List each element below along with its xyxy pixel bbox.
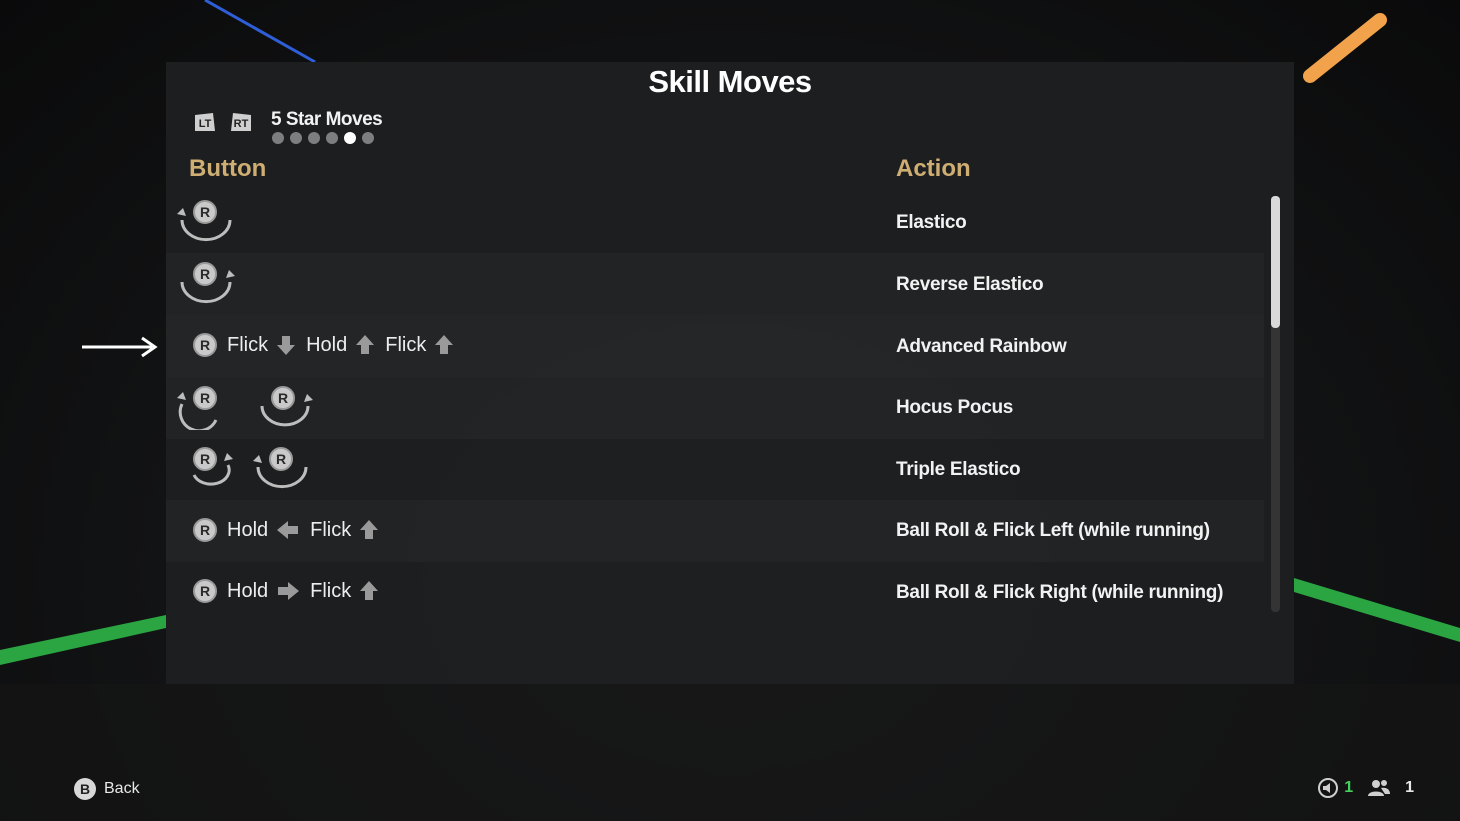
page-indicator	[272, 132, 374, 144]
input-sequence: R	[176, 198, 236, 244]
arrow-up-icon	[356, 335, 375, 354]
action-label: Triple Elastico	[896, 459, 1021, 480]
arrow-up-icon	[360, 520, 379, 539]
scrollbar-thumb[interactable]	[1271, 196, 1280, 328]
back-button[interactable]: B Back	[74, 778, 140, 800]
action-label: Ball Roll & Flick Right (while running)	[896, 582, 1224, 603]
right-stick-icon: R	[193, 579, 217, 603]
input-word: Flick	[227, 333, 269, 356]
input-word: Hold	[227, 518, 269, 541]
move-row-reverse-elastico[interactable]	[166, 253, 1264, 315]
action-label: Advanced Rainbow	[896, 336, 1067, 357]
arrow-left-icon	[277, 521, 299, 539]
back-label: Back	[104, 780, 140, 797]
right-stick-rotate-clockwise-icon: R	[252, 445, 312, 491]
action-label: Hocus Pocus	[896, 397, 1014, 418]
page-dot	[326, 132, 338, 144]
move-row-hocus-pocus[interactable]	[166, 377, 1264, 439]
page-dot	[362, 132, 374, 144]
button-column-header: Button	[189, 155, 267, 182]
right-stick-icon: R	[193, 333, 217, 357]
move-row-elastico[interactable]	[166, 191, 1264, 253]
input-word: Hold	[227, 579, 269, 602]
input-sequence: R	[176, 260, 236, 306]
players-count: 1	[1405, 779, 1414, 796]
input-sequence: R Hold Flick	[193, 571, 379, 611]
right-stick-half-rotate-left-icon: R	[176, 384, 236, 430]
right-stick-half-rotate-right-icon: R	[254, 384, 314, 430]
arrow-up-icon	[435, 335, 454, 354]
action-label: Reverse Elastico	[896, 274, 1044, 295]
right-stick-icon: R	[193, 518, 217, 542]
speaker-icon	[1318, 778, 1339, 798]
arrow-right-icon	[278, 582, 300, 600]
input-word: Flick	[385, 333, 427, 356]
input-word: Flick	[310, 579, 352, 602]
lt-bumper-icon[interactable]: LT	[193, 111, 217, 133]
page-dot	[308, 132, 320, 144]
right-stick-rotate-clockwise-icon: R	[176, 198, 236, 244]
input-sequence: R Flick Hold Flick	[193, 325, 454, 365]
svg-text:LT: LT	[199, 118, 212, 130]
left-count: 1	[1344, 779, 1354, 796]
right-stick-quarter-rotate-icon: R	[176, 445, 236, 491]
status-indicators: 1 1	[1318, 778, 1414, 798]
svg-text:RT: RT	[234, 118, 249, 130]
arrow-up-icon	[360, 581, 379, 600]
page-dot	[272, 132, 284, 144]
input-word: Flick	[310, 518, 352, 541]
move-row-triple-elastico[interactable]	[166, 438, 1264, 500]
page-dot	[290, 132, 302, 144]
right-stick-rotate-counterclockwise-icon: R	[176, 260, 236, 306]
arrow-down-icon	[277, 336, 296, 355]
pointer-arrow-icon	[82, 336, 158, 358]
action-label: Elastico	[896, 212, 967, 233]
input-word: Hold	[306, 333, 348, 356]
current-tab-label: 5 Star Moves	[271, 109, 383, 130]
page-title: Skill Moves	[648, 64, 812, 99]
rt-bumper-icon[interactable]: RT	[229, 111, 253, 133]
input-sequence: R R	[176, 384, 314, 430]
b-button-icon: B	[74, 778, 96, 800]
page-dot	[344, 132, 356, 144]
input-sequence: R R	[176, 445, 312, 491]
players-icon	[1368, 780, 1391, 796]
input-sequence: R Hold Flick	[193, 510, 379, 550]
action-label: Ball Roll & Flick Left (while running)	[896, 520, 1210, 541]
action-column-header: Action	[896, 155, 971, 182]
